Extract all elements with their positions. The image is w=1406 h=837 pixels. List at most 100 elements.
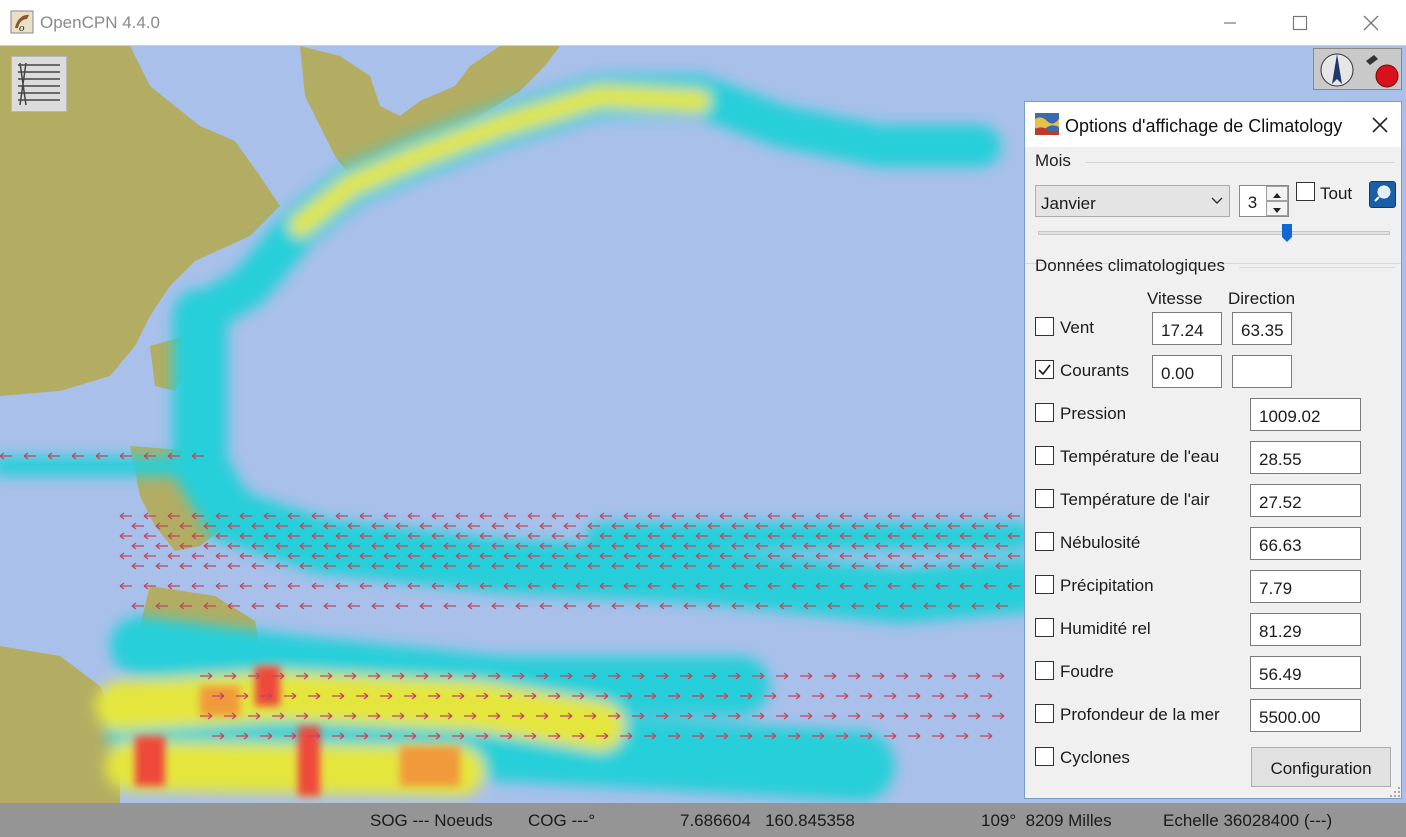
current-arrow [944, 672, 957, 680]
current-arrow [551, 532, 564, 540]
current-arrow [623, 512, 636, 520]
current-arrow [752, 712, 765, 720]
month-slider-track[interactable] [1038, 231, 1390, 235]
current-arrow [527, 532, 540, 540]
current-arrow [911, 552, 924, 560]
data-group-divider [1239, 267, 1395, 268]
month-spinner-value: 3 [1247, 193, 1258, 212]
value-field[interactable]: 7.79 [1250, 570, 1361, 603]
current-arrow [419, 602, 432, 610]
current-arrow [491, 522, 504, 530]
current-arrow [884, 692, 897, 700]
current-arrow [956, 732, 969, 740]
hamburger-tools-icon [18, 62, 60, 106]
current-arrow [119, 512, 132, 520]
current-arrow [980, 692, 993, 700]
current-arrow [395, 602, 408, 610]
spin-up-button[interactable] [1266, 186, 1288, 201]
current-arrow [647, 512, 660, 520]
speed-field[interactable]: 17.24 [1152, 312, 1222, 345]
row-label: Humidité rel [1060, 619, 1151, 638]
chevron-down-icon [1211, 197, 1223, 204]
checkbox-6[interactable] [1035, 575, 1054, 594]
month-select[interactable]: Janvier [1035, 185, 1230, 217]
current-arrow [167, 582, 180, 590]
checkbox-5[interactable] [1035, 532, 1054, 551]
month-select-value: Janvier [1041, 194, 1096, 213]
current-arrow [479, 512, 492, 520]
direction-field[interactable] [1232, 355, 1292, 388]
checkbox-0[interactable] [1035, 317, 1054, 336]
checkbox-1[interactable] [1035, 360, 1054, 379]
current-arrow [311, 582, 324, 590]
current-arrow [119, 532, 132, 540]
close-button[interactable] [1336, 0, 1406, 45]
direction-field[interactable]: 63.35 [1232, 312, 1292, 345]
resize-grip-icon[interactable] [1389, 786, 1401, 798]
checkbox-9[interactable] [1035, 704, 1054, 723]
position-readout: 7.686604 160.845358 [680, 811, 855, 830]
current-arrow [839, 512, 852, 520]
checkbox-3[interactable] [1035, 446, 1054, 465]
checkbox-4[interactable] [1035, 489, 1054, 508]
north-arrow-icon[interactable] [1318, 51, 1356, 89]
month-spinner[interactable]: 3 [1239, 185, 1289, 217]
current-arrow [815, 552, 828, 560]
value-field[interactable]: 27.52 [1250, 484, 1361, 517]
current-arrow [155, 562, 168, 570]
current-arrow [908, 692, 921, 700]
current-arrow [992, 672, 1005, 680]
row-label: Vent [1060, 318, 1095, 337]
checkbox-10[interactable] [1035, 747, 1054, 766]
checkbox-7[interactable] [1035, 618, 1054, 637]
svg-text:o: o [19, 22, 25, 34]
close-icon [1363, 15, 1379, 30]
minimize-button[interactable] [1195, 0, 1265, 45]
current-arrow [467, 602, 480, 610]
spin-down-button[interactable] [1266, 201, 1288, 216]
main-menu-button[interactable] [11, 56, 67, 112]
current-arrow [347, 602, 360, 610]
current-arrow [359, 582, 372, 590]
value-field[interactable]: 66.63 [1250, 527, 1361, 560]
current-arrow [968, 672, 981, 680]
current-arrow [800, 712, 813, 720]
value-field[interactable]: 81.29 [1250, 613, 1361, 646]
all-months-checkbox[interactable] [1296, 182, 1315, 201]
dialog-close-button[interactable] [1367, 112, 1393, 138]
checkbox-8[interactable] [1035, 661, 1054, 680]
current-arrow [695, 512, 708, 520]
current-arrow [791, 552, 804, 560]
month-slider-thumb[interactable] [1282, 224, 1292, 242]
configuration-button[interactable]: Configuration [1251, 747, 1391, 787]
current-arrow [563, 602, 576, 610]
row-label: Foudre [1060, 662, 1114, 681]
value-field[interactable]: 28.55 [1250, 441, 1361, 474]
current-arrow [239, 552, 252, 560]
climatology-options-dialog: Options d'affichage de Climatology Mois … [1024, 101, 1402, 799]
current-arrow [275, 562, 288, 570]
dialog-titlebar[interactable]: Options d'affichage de Climatology [1025, 102, 1401, 147]
current-arrow [788, 692, 801, 700]
value-field[interactable]: 56.49 [1250, 656, 1361, 689]
current-arrow [503, 512, 516, 520]
current-arrow [935, 552, 948, 560]
current-arrow [515, 602, 528, 610]
row-label: Température de l'eau [1060, 447, 1220, 466]
current-arrow [983, 552, 996, 560]
checkbox-2[interactable] [1035, 403, 1054, 422]
record-red-icon[interactable] [1360, 51, 1400, 89]
current-arrow [932, 732, 945, 740]
current-arrow [179, 562, 192, 570]
sog-readout: SOG --- Noeuds [370, 811, 493, 830]
current-arrow [119, 582, 132, 590]
current-arrow [203, 542, 216, 550]
maximize-icon [1292, 15, 1308, 30]
value-field[interactable]: 5500.00 [1250, 699, 1361, 732]
maximize-button[interactable] [1265, 0, 1335, 45]
value-field[interactable]: 1009.02 [1250, 398, 1361, 431]
search-button[interactable] [1369, 181, 1396, 208]
speed-field[interactable]: 0.00 [1152, 355, 1222, 388]
row-label: Précipitation [1060, 576, 1154, 595]
current-arrow [587, 602, 600, 610]
